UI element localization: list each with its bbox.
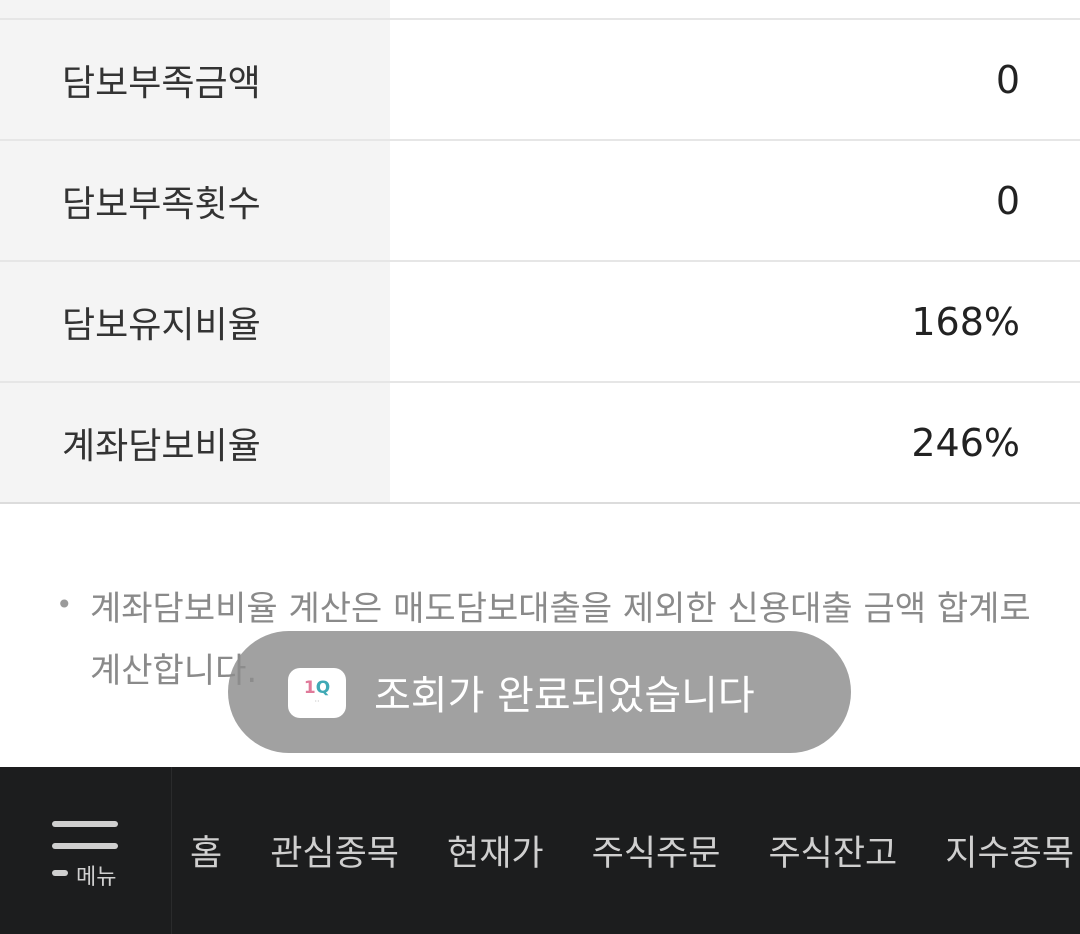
row-label: 담보부족금액 — [0, 20, 390, 139]
app-icon: 1Q ·· — [288, 668, 346, 718]
nav-item-index-stocks[interactable]: 지수종목 — [945, 825, 1074, 876]
table-row: 담보부족횟수 0 — [0, 141, 1080, 262]
table-row: 담보부족금액 0 — [0, 20, 1080, 141]
nav-items: 홈 관심종목 현재가 주식주문 주식잔고 지수종목 — [172, 767, 1080, 934]
nav-item-stock-order[interactable]: 주식주문 — [592, 825, 721, 876]
bottom-nav: 메뉴 홈 관심종목 현재가 주식주문 주식잔고 지수종목 — [0, 767, 1080, 934]
row-value: 246% — [911, 420, 1020, 465]
row-value: 0 — [995, 57, 1020, 102]
row-label: 담보유지비율 — [0, 262, 390, 381]
menu-button[interactable]: 메뉴 — [0, 767, 172, 934]
row-label: 담보부족횟수 — [0, 141, 390, 260]
row-label: 계좌담보비율 — [0, 383, 390, 502]
table-row: 계좌담보비율 246% — [0, 383, 1080, 504]
nav-item-watchlist[interactable]: 관심종목 — [270, 825, 399, 876]
toast-message: 조회가 완료되었습니다 — [374, 673, 755, 719]
table-row: 담보유지비율 168% — [0, 262, 1080, 383]
toast-notification: 1Q ·· 조회가 완료되었습니다 — [228, 631, 851, 753]
row-value: 0 — [995, 178, 1020, 223]
menu-label: 메뉴 — [76, 865, 117, 890]
table-top-strip — [0, 0, 1080, 20]
collateral-info-table: 담보부족금액 0 담보부족횟수 0 담보유지비율 168% 계좌담보비율 246… — [0, 0, 1080, 504]
note-bullet: • — [56, 588, 73, 621]
nav-item-current-price[interactable]: 현재가 — [447, 825, 544, 876]
hamburger-icon — [52, 821, 118, 827]
row-value: 168% — [911, 299, 1020, 344]
nav-item-home[interactable]: 홈 — [190, 825, 222, 876]
nav-item-stock-balance[interactable]: 주식잔고 — [768, 825, 897, 876]
